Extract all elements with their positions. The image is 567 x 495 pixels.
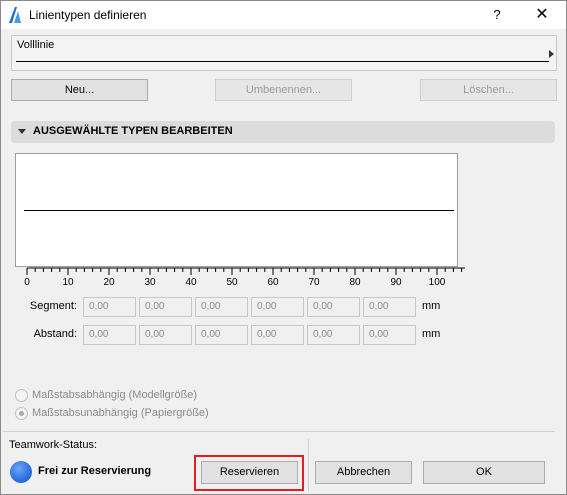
window-title: Linientypen definieren [29, 8, 147, 22]
ok-button[interactable]: OK [423, 461, 545, 484]
delete-button[interactable]: Löschen... [420, 79, 557, 101]
chevron-right-icon[interactable] [549, 50, 554, 58]
scale-paper-label: Maßstabsunabhängig (Papiergröße) [32, 407, 209, 419]
title-bar: Linientypen definieren ? ✕ [1, 1, 566, 29]
ruler-tick-label: 40 [185, 277, 197, 288]
dialog-window: Linientypen definieren ? ✕ Volllinie Neu… [0, 0, 567, 495]
spacing-field[interactable]: 0,00 [195, 325, 248, 345]
segment-label: Segment: [29, 300, 77, 312]
linetype-selector[interactable]: Volllinie [11, 35, 557, 71]
spacing-field[interactable]: 0,00 [363, 325, 416, 345]
linetype-preview [15, 153, 458, 267]
segment-field[interactable]: 0,00 [251, 297, 304, 317]
spacing-field[interactable]: 0,00 [251, 325, 304, 345]
footer-vertical-divider [308, 439, 309, 491]
linetype-sample-line [16, 61, 549, 62]
spacing-field[interactable]: 0,00 [307, 325, 360, 345]
close-button[interactable]: ✕ [520, 3, 564, 27]
spacing-label: Abstand: [33, 328, 77, 340]
cancel-button[interactable]: Abbrechen [315, 461, 412, 484]
ruler-ticks [26, 267, 465, 275]
spacing-field[interactable]: 0,00 [139, 325, 192, 345]
segment-field[interactable]: 0,00 [307, 297, 360, 317]
help-button[interactable]: ? [475, 3, 519, 27]
teamwork-status-icon [10, 461, 32, 483]
segment-field[interactable]: 0,00 [83, 297, 136, 317]
section-title: AUSGEWÄHLTE TYPEN BEARBEITEN [33, 125, 233, 137]
ruler-tick-label: 30 [144, 277, 156, 288]
archicad-app-icon [9, 7, 21, 23]
ruler-tick-label: 20 [103, 277, 115, 288]
new-button[interactable]: Neu... [11, 79, 148, 101]
ruler-tick-label: 90 [390, 277, 402, 288]
edit-section-header[interactable]: AUSGEWÄHLTE TYPEN BEARBEITEN [11, 121, 555, 143]
ruler-tick-label: 50 [226, 277, 238, 288]
ruler-tick-label: 70 [308, 277, 320, 288]
scale-model-radio[interactable] [15, 389, 28, 402]
ruler-tick-label: 80 [349, 277, 361, 288]
segment-field[interactable]: 0,00 [195, 297, 248, 317]
preview-line [24, 210, 454, 211]
segment-field[interactable]: 0,00 [139, 297, 192, 317]
reserve-button[interactable]: Reservieren [201, 461, 298, 484]
ruler-tick-label: 0 [24, 277, 30, 288]
spacing-unit: mm [422, 328, 441, 340]
rename-button[interactable]: Umbenennen... [215, 79, 352, 101]
scale-paper-radio[interactable] [15, 407, 28, 420]
ruler-tick-label: 60 [267, 277, 279, 288]
segment-unit: mm [422, 300, 441, 312]
collapse-triangle-icon [18, 129, 26, 134]
teamwork-status: Frei zur Reservierung [38, 465, 152, 477]
scale-model-label: Maßstabsabhängig (Modellgröße) [32, 389, 198, 401]
teamwork-label: Teamwork-Status: [9, 439, 98, 451]
ruler-tick-label: 100 [428, 277, 446, 288]
ruler-tick-label: 10 [62, 277, 74, 288]
linetype-name: Volllinie [17, 39, 55, 51]
segment-field[interactable]: 0,00 [363, 297, 416, 317]
footer-divider [3, 431, 555, 432]
spacing-field[interactable]: 0,00 [83, 325, 136, 345]
